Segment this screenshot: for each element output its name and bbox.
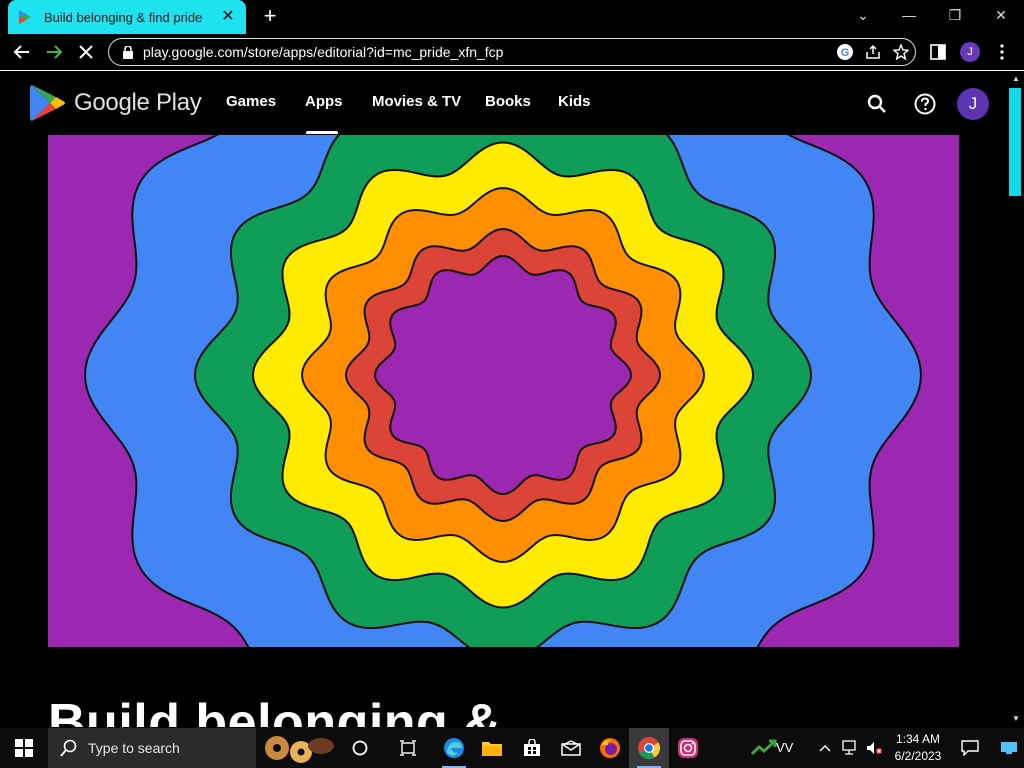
volume-muted-icon[interactable] bbox=[862, 728, 886, 768]
google-play-icon bbox=[30, 85, 65, 121]
scrollbar-thumb[interactable] bbox=[1009, 88, 1021, 196]
microsoft-store-icon[interactable] bbox=[512, 728, 552, 768]
windows-logo-icon bbox=[15, 739, 33, 757]
side-panel-icon[interactable] bbox=[926, 40, 950, 64]
stop-loading-button[interactable] bbox=[74, 40, 98, 64]
svg-text:G: G bbox=[841, 47, 850, 59]
clock-time: 1:34 AM bbox=[895, 732, 941, 746]
nav-kids[interactable]: Kids bbox=[558, 93, 591, 110]
task-view-icon[interactable] bbox=[388, 728, 428, 768]
tab-strip: Build belonging & find pride ✕ + ⌄ — ❐ ✕ bbox=[0, 0, 1024, 34]
show-desktop-icon[interactable] bbox=[994, 728, 1024, 768]
bookmark-star-icon[interactable] bbox=[887, 40, 915, 64]
scroll-up-arrow-icon[interactable]: ▲ bbox=[1008, 72, 1024, 86]
nav-apps[interactable]: Apps bbox=[305, 93, 343, 110]
tab-title: Build belonging & find pride bbox=[44, 9, 203, 25]
profile-button[interactable]: J bbox=[958, 40, 982, 64]
share-icon[interactable] bbox=[859, 40, 887, 64]
active-nav-indicator bbox=[306, 131, 338, 134]
scroll-down-arrow-icon[interactable]: ▼ bbox=[1008, 712, 1024, 726]
browser-toolbar: play.google.com/store/apps/editorial?id=… bbox=[0, 34, 1024, 70]
google-play-wordmark: Google Play bbox=[74, 89, 202, 116]
arrow-right-icon bbox=[47, 45, 63, 59]
restore-button[interactable]: ❐ bbox=[932, 0, 978, 30]
nav-movies-tv[interactable]: Movies & TV bbox=[372, 93, 461, 110]
cortana-icon[interactable] bbox=[340, 728, 380, 768]
search-icon[interactable] bbox=[864, 91, 890, 117]
nav-games[interactable]: Games bbox=[226, 93, 276, 110]
url-text: play.google.com/store/apps/editorial?id=… bbox=[143, 44, 504, 60]
clock-date: 6/2/2023 bbox=[894, 749, 942, 763]
donuts-widget-icon[interactable] bbox=[258, 728, 338, 768]
new-tab-button[interactable]: + bbox=[258, 5, 282, 29]
google-translate-icon[interactable]: G bbox=[831, 40, 859, 64]
edge-icon[interactable] bbox=[434, 728, 474, 768]
network-icon[interactable] bbox=[838, 728, 862, 768]
back-button[interactable] bbox=[10, 40, 34, 64]
start-button[interactable] bbox=[0, 728, 48, 768]
close-icon bbox=[79, 45, 93, 59]
instagram-icon[interactable] bbox=[668, 728, 708, 768]
tab-search-dropdown-icon[interactable]: ⌄ bbox=[840, 0, 886, 30]
close-window-button[interactable]: ✕ bbox=[978, 0, 1024, 30]
search-placeholder: Type to search bbox=[88, 740, 180, 756]
show-hidden-icons-chevron-up-icon[interactable] bbox=[812, 728, 838, 768]
google-play-favicon-icon bbox=[18, 10, 32, 24]
pride-rainbow-rings bbox=[83, 135, 923, 647]
page-title: Build belonging & bbox=[48, 694, 502, 727]
hero-banner bbox=[48, 135, 959, 647]
windows-taskbar: Type to search VV 1:34 AM 6/2/2023 bbox=[0, 728, 1024, 768]
tab-close-icon[interactable]: ✕ bbox=[220, 9, 236, 25]
address-bar[interactable]: play.google.com/store/apps/editorial?id=… bbox=[108, 38, 916, 66]
account-avatar[interactable]: J bbox=[957, 88, 989, 120]
search-icon bbox=[60, 739, 77, 757]
help-icon[interactable] bbox=[912, 91, 938, 117]
lock-icon bbox=[121, 45, 135, 59]
google-play-logo[interactable]: Google Play bbox=[30, 83, 202, 123]
menu-kebab-icon[interactable] bbox=[990, 40, 1014, 64]
notifications-icon[interactable] bbox=[952, 728, 988, 768]
taskbar-clock[interactable]: 1:34 AM 6/2/2023 bbox=[890, 731, 946, 765]
chrome-icon[interactable] bbox=[629, 728, 669, 768]
minimize-button[interactable]: — bbox=[886, 0, 932, 30]
arrow-left-icon bbox=[13, 45, 29, 59]
avatar: J bbox=[960, 42, 980, 62]
forward-button[interactable] bbox=[42, 40, 66, 64]
play-header: Google Play Games Apps Movies & TV Books… bbox=[0, 71, 1008, 135]
file-explorer-icon[interactable] bbox=[472, 728, 512, 768]
nav-books[interactable]: Books bbox=[485, 93, 531, 110]
web-page: Google Play Games Apps Movies & TV Books… bbox=[0, 71, 1008, 727]
browser-tab[interactable]: Build belonging & find pride ✕ bbox=[8, 0, 246, 34]
mail-icon[interactable] bbox=[551, 728, 591, 768]
taskbar-search[interactable]: Type to search bbox=[48, 728, 256, 768]
firefox-icon[interactable] bbox=[590, 728, 630, 768]
stocks-widget-label: VV bbox=[776, 740, 794, 755]
